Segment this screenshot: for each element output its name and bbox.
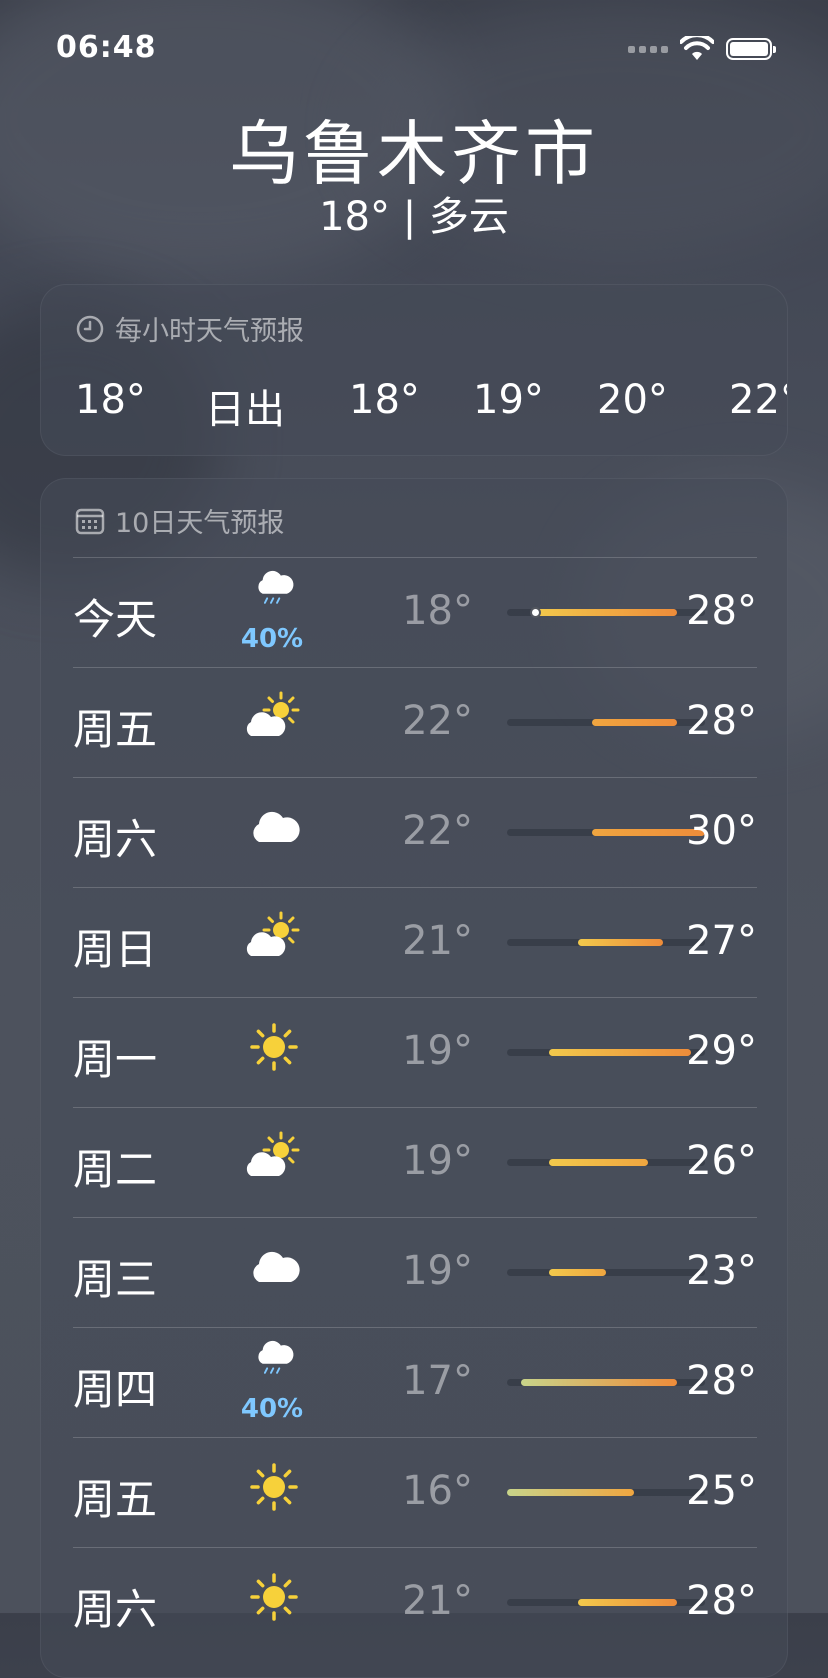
daily-row[interactable]: 周日 21° 27° — [73, 887, 757, 998]
calendar-icon — [75, 508, 105, 534]
daily-row[interactable]: 今天 40% 18° 28° — [73, 557, 757, 668]
current-summary: 18° | 多云 — [319, 194, 509, 240]
day-label: 周六 — [73, 815, 158, 864]
hourly-title: 每小时天气预报 — [75, 309, 304, 348]
day-label: 周五 — [73, 1475, 158, 1524]
low-temperature: 22° — [402, 808, 473, 854]
hourly-item: 20° — [597, 377, 668, 423]
daily-row[interactable]: 周五 22° 28° — [73, 667, 757, 778]
day-label: 周四 — [73, 1365, 158, 1414]
partly-sunny-icon — [241, 684, 307, 750]
high-temperature: 28° — [686, 698, 757, 744]
daily-row[interactable]: 周五 16° 25° — [73, 1437, 757, 1548]
low-temperature: 19° — [402, 1138, 473, 1184]
day-label: 周三 — [73, 1255, 158, 1304]
day-label: 周二 — [73, 1145, 158, 1194]
day-label: 周一 — [73, 1035, 158, 1084]
hourly-title-text: 每小时天气预报 — [115, 316, 304, 347]
high-temperature: 29° — [686, 1028, 757, 1074]
low-temperature: 21° — [402, 1578, 473, 1624]
daily-title-text: 10日天气预报 — [115, 508, 285, 539]
precipitation-chance: 40% — [240, 1394, 304, 1424]
temperature-range-fill — [577, 939, 663, 946]
low-temperature: 21° — [402, 918, 473, 964]
daily-row[interactable]: 周二 19° 26° — [73, 1107, 757, 1218]
partly-sunny-icon — [241, 1124, 307, 1190]
partly-sunny-icon — [241, 904, 307, 970]
hourly-forecast-card[interactable]: 每小时天气预报 18° 日出 18° 19° 20° 22° — [40, 284, 788, 456]
hourly-item: 18° — [349, 377, 420, 423]
cellular-signal-icon — [628, 45, 668, 53]
low-temperature: 18° — [402, 588, 473, 634]
sun-icon — [241, 1564, 307, 1630]
daily-row[interactable]: 周四 40% 17° 28° — [73, 1327, 757, 1438]
wifi-icon — [680, 36, 714, 60]
high-temperature: 26° — [686, 1138, 757, 1184]
cloud-icon — [241, 794, 307, 860]
status-icons — [628, 36, 776, 62]
low-temperature: 22° — [402, 698, 473, 744]
sun-icon — [241, 1454, 307, 1520]
high-temperature: 28° — [686, 588, 757, 634]
day-label: 周日 — [73, 925, 158, 974]
daily-row[interactable]: 周三 19° 23° — [73, 1217, 757, 1328]
daily-row[interactable]: 周六 22° 30° — [73, 777, 757, 888]
cloud-icon — [241, 1234, 307, 1300]
clock-icon — [76, 315, 104, 342]
hourly-item: 22° — [729, 377, 787, 423]
high-temperature: 27° — [686, 918, 757, 964]
high-temperature: 28° — [686, 1578, 757, 1624]
hourly-item: 日出 — [205, 387, 285, 433]
day-label: 周六 — [73, 1585, 158, 1634]
battery-icon — [726, 38, 776, 60]
high-temperature: 25° — [686, 1468, 757, 1514]
current-temperature-dot — [530, 607, 542, 618]
temperature-range-fill — [507, 1489, 635, 1496]
hourly-item: 18° — [75, 377, 146, 423]
high-temperature: 28° — [686, 1358, 757, 1404]
daily-row[interactable]: 周六 21° 28° — [73, 1547, 757, 1658]
low-temperature: 19° — [402, 1028, 473, 1074]
sun-icon — [241, 1014, 307, 1080]
hourly-item: 19° — [473, 377, 544, 423]
low-temperature: 19° — [402, 1248, 473, 1294]
daily-row[interactable]: 周一 19° 29° — [73, 997, 757, 1108]
status-time: 06:48 — [56, 30, 157, 65]
high-temperature: 23° — [686, 1248, 757, 1294]
daily-title: 10日天气预报 — [75, 501, 284, 540]
temperature-range-fill — [521, 1379, 677, 1386]
precipitation-chance: 40% — [240, 624, 304, 654]
temperature-range-fill — [535, 609, 677, 616]
high-temperature: 30° — [686, 808, 757, 854]
temperature-range-fill — [549, 1159, 649, 1166]
ten-day-forecast-card[interactable]: 10日天气预报 今天 40% 18° 28° 周五 22° 28° 周六 22° 30° 周日… — [40, 478, 788, 1678]
temperature-range-fill — [549, 1269, 606, 1276]
day-label: 周五 — [73, 705, 158, 754]
low-temperature: 17° — [402, 1358, 473, 1404]
status-bar: 06:48 — [56, 30, 776, 70]
day-label: 今天 — [73, 595, 158, 644]
low-temperature: 16° — [402, 1468, 473, 1514]
